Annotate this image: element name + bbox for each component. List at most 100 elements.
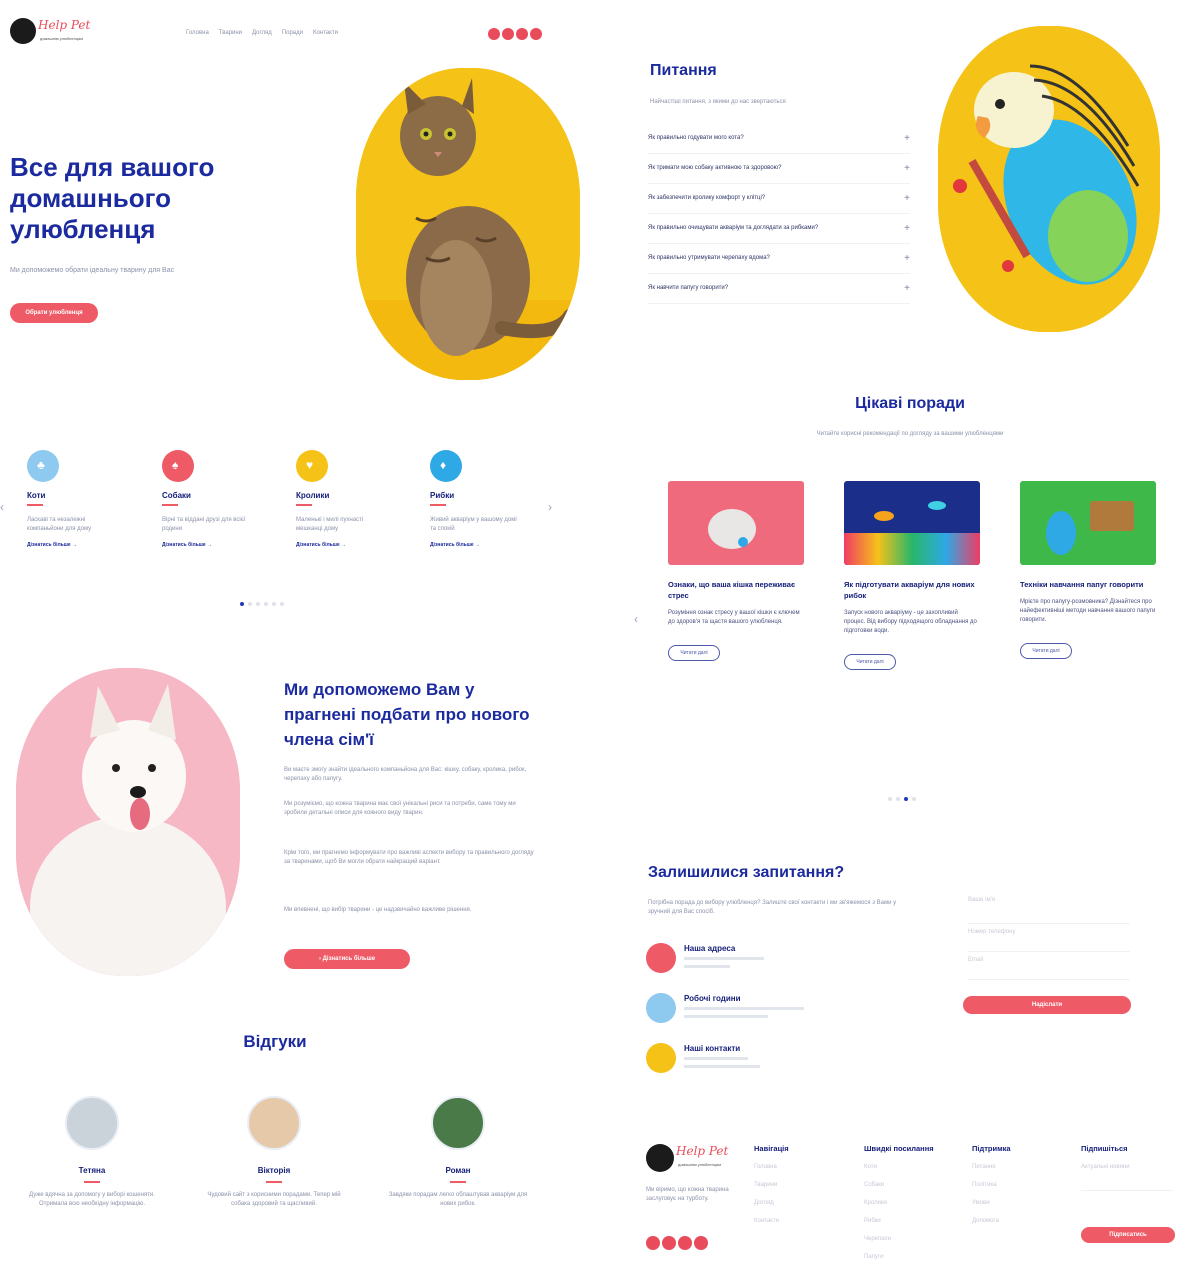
instagram-icon[interactable] [502, 28, 514, 40]
pagination-dot[interactable] [888, 797, 892, 801]
facebook-icon[interactable] [488, 28, 500, 40]
read-more-button[interactable]: Читати далі [844, 654, 896, 670]
footer-logo[interactable]: Help Pet домашнім улюбленцям [646, 1140, 746, 1176]
footer-link[interactable]: Умови [972, 1199, 1062, 1208]
footer-link[interactable]: Рибки [864, 1217, 964, 1226]
name-input[interactable]: Ваше ім'я [968, 896, 1130, 924]
phone-input[interactable]: Номер телефону [968, 924, 1130, 952]
hero-cta-button[interactable]: Обрати улюбленця [10, 303, 98, 323]
faq-item[interactable]: Як правильно годувати мого кота? + [648, 124, 910, 154]
faq-item[interactable]: Як тримати мою собаку активною та здоров… [648, 154, 910, 184]
hero-subtitle: Ми допоможемо обрати ідеальну тварину дл… [10, 267, 175, 274]
faq-list: Як правильно годувати мого кота? + Як три… [648, 124, 910, 304]
review-text: Завдяки порадам легко облаштував акваріу… [388, 1192, 528, 1207]
facebook-icon[interactable] [646, 1236, 660, 1250]
submit-button[interactable]: Надіслати [963, 996, 1131, 1014]
footer-link[interactable]: Питання [972, 1163, 1062, 1172]
rabbit-icon: ♥ [296, 450, 328, 482]
logo[interactable]: Help Pet домашнім улюбленцям [8, 12, 108, 48]
categories-prev-arrow[interactable]: ‹ [0, 500, 4, 514]
footer-column-title: Швидкі посилання [864, 1144, 934, 1153]
nav-item[interactable]: Тварини [219, 29, 242, 38]
main-nav: Головна Тварини Догляд Поради Контакти [186, 29, 386, 38]
review-text: Чудовий сайт з корисними порадами. Тепер… [207, 1192, 341, 1207]
contact-label: Наша адреса [684, 944, 736, 953]
pagination-dot[interactable] [912, 797, 916, 801]
pagination-dot[interactable] [280, 602, 284, 606]
nav-item[interactable]: Поради [282, 29, 303, 38]
email-input[interactable]: Email [968, 952, 1130, 980]
footer-link[interactable]: Допомога [972, 1217, 1062, 1226]
pagination-dot[interactable] [240, 602, 244, 606]
review-card: Тетяна Дуже вдячна за допомогу у виборі … [22, 1096, 162, 1209]
faq-item[interactable]: Як правильно очищувати акваріум та догля… [648, 214, 910, 244]
nav-item[interactable]: Контакти [313, 29, 338, 38]
category-card-rabbits[interactable]: ♥ Кролики Маленькі і милі пухнасті мешка… [296, 450, 406, 548]
category-card-cats[interactable]: ♣ Коти Ласкаві та незалежні компаньйони … [27, 450, 137, 548]
telegram-icon[interactable] [516, 28, 528, 40]
category-underline [296, 504, 312, 506]
subscribe-button[interactable]: Підписатись [1081, 1227, 1175, 1243]
fish-icon: ♦ [430, 450, 462, 482]
footer-link[interactable]: Кролики [864, 1199, 964, 1208]
review-underline [266, 1181, 282, 1183]
footer-link[interactable]: Коти [864, 1163, 964, 1172]
nav-item[interactable]: Головна [186, 29, 209, 38]
reviewer-name: Роман [445, 1166, 471, 1175]
location-icon [646, 943, 676, 973]
pagination-dot[interactable] [896, 797, 900, 801]
chevron-right-icon: › [318, 956, 321, 962]
category-more-link[interactable]: Дізнатись більше → [430, 542, 540, 548]
help-cta-button[interactable]: › Дізнатись більше [284, 949, 410, 969]
category-more-link[interactable]: Дізнатись більше → [296, 542, 406, 548]
faq-item[interactable]: Як навчити папугу говорити? + [648, 274, 910, 304]
dog-icon: ♠ [162, 450, 194, 482]
footer-link[interactable]: Політика [972, 1181, 1062, 1190]
avatar [431, 1096, 485, 1150]
paw-logo-icon [646, 1144, 674, 1172]
pagination-dot[interactable] [256, 602, 260, 606]
brand-name: Help Pet [676, 1144, 729, 1158]
footer-link[interactable]: Тварини [754, 1181, 844, 1190]
telegram-icon[interactable] [678, 1236, 692, 1250]
footer-link[interactable]: Папуги [864, 1253, 964, 1262]
faq-item[interactable]: Як правильно утримувати черепаху вдома? + [648, 244, 910, 274]
category-more-link[interactable]: Дізнатись більше → [27, 542, 137, 548]
review-text: Дуже вдячна за допомогу у виборі кошенят… [29, 1192, 155, 1207]
subscribe-email-input[interactable] [1081, 1190, 1173, 1191]
category-card-fish[interactable]: ♦ Рибки Живий акваріум у вашому домі та … [430, 450, 540, 548]
footer-column-title: Навігація [754, 1144, 789, 1153]
youtube-icon[interactable] [694, 1236, 708, 1250]
category-text: Живий акваріум у вашому домі та спокій [430, 517, 517, 532]
pagination-dot[interactable] [264, 602, 268, 606]
categories-pagination [238, 593, 286, 611]
tip-title: Як підготувати акваріум для нових рибок [844, 580, 975, 600]
category-title: Кролики [296, 491, 330, 500]
footer-link[interactable]: Головна [754, 1163, 844, 1172]
tips-prev-arrow[interactable]: ‹ [634, 612, 638, 626]
faq-item[interactable]: Як забезпечити кролику комфорт у клітці?… [648, 184, 910, 214]
footer-link[interactable]: Догляд [754, 1199, 844, 1208]
category-more-link[interactable]: Дізнатись більше → [162, 542, 272, 548]
read-more-button[interactable]: Читати далі [668, 645, 720, 661]
review-card: Вікторія Чудовий сайт з корисними порада… [204, 1096, 344, 1209]
nav-item[interactable]: Догляд [252, 29, 272, 38]
youtube-icon[interactable] [530, 28, 542, 40]
footer-link[interactable]: Черепахи [864, 1235, 964, 1244]
pagination-dot[interactable] [272, 602, 276, 606]
pagination-dot[interactable] [248, 602, 252, 606]
reviewer-name: Тетяна [78, 1166, 106, 1175]
contact-subtitle: Потрібна порада до вибору улюбленця? Зал… [648, 900, 897, 915]
footer-quick-links: Швидкі посилання Коти Собаки Кролики Риб… [864, 1144, 964, 1262]
pagination-dot[interactable] [904, 797, 908, 801]
footer-link[interactable]: Контакти [754, 1217, 844, 1226]
brand-name: Help Pet [38, 18, 91, 32]
instagram-icon[interactable] [662, 1236, 676, 1250]
tip-title: Техніки навчання папуг говорити [1020, 580, 1144, 589]
categories-next-arrow[interactable]: › [548, 500, 552, 514]
footer-link[interactable]: Собаки [864, 1181, 964, 1190]
plus-icon: + [904, 283, 910, 294]
hero-title: Все для вашого домашнього улюбленця [10, 152, 215, 244]
read-more-button[interactable]: Читати далі [1020, 643, 1072, 659]
category-card-dogs[interactable]: ♠ Собаки Вірні та віддані друзі для всіє… [162, 450, 272, 548]
